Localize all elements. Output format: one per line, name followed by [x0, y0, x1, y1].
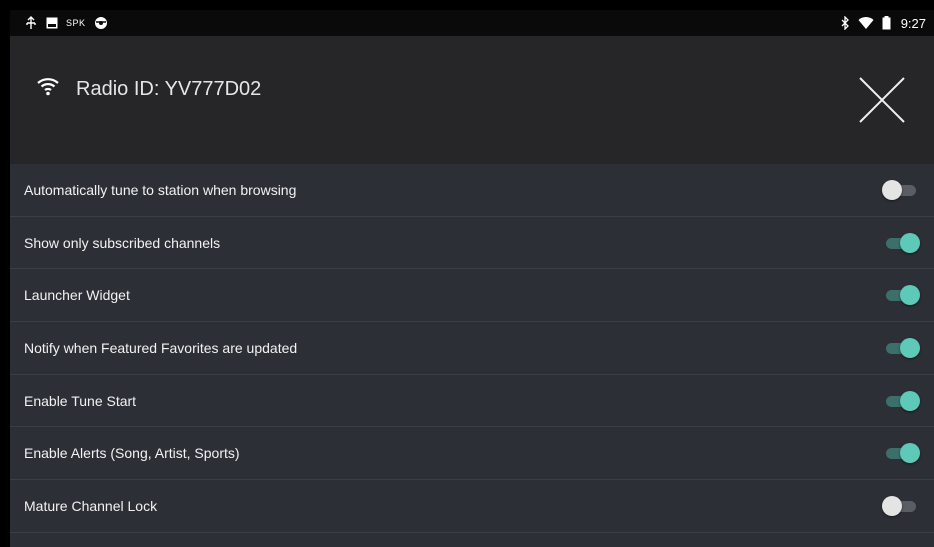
spk-label: SPK — [66, 18, 86, 28]
bluetooth-icon — [840, 15, 850, 31]
setting-toggle[interactable] — [882, 285, 920, 306]
toggle-thumb — [900, 285, 920, 306]
toggle-thumb — [882, 495, 902, 516]
radio-id-title: Radio ID: YV777D02 — [76, 77, 262, 100]
setting-label: Notify when Featured Favorites are updat… — [24, 339, 298, 356]
setting-toggle[interactable] — [882, 179, 920, 200]
usb-icon — [24, 15, 38, 31]
battery-icon — [882, 15, 891, 31]
status-bar-right: 9:27 — [840, 15, 926, 31]
toggle-thumb — [882, 179, 902, 200]
settings-row[interactable]: Enable Tune Start — [10, 374, 934, 428]
setting-toggle[interactable] — [882, 443, 920, 464]
setting-toggle[interactable] — [882, 390, 920, 411]
setting-label: Enable Alerts (Song, Artist, Sports) — [24, 445, 240, 462]
status-bar-left: SPK — [24, 15, 108, 31]
settings-list: Automatically tune to station when brows… — [10, 164, 934, 547]
wifi-icon — [36, 76, 60, 102]
setting-label: Mature Channel Lock — [24, 497, 158, 514]
image-icon — [46, 15, 58, 31]
settings-row[interactable]: Notify when Featured Favorites are updat… — [10, 322, 934, 375]
settings-row[interactable]: Enable Alerts (Song, Artist, Sports) — [10, 427, 934, 481]
close-button[interactable] — [856, 74, 908, 126]
close-icon — [859, 77, 905, 123]
setting-label: Launcher Widget — [24, 287, 130, 304]
status-bar: SPK 9:27 — [10, 10, 934, 36]
setting-label: Show only subscribed channels — [24, 234, 221, 251]
settings-row[interactable]: Launcher Widget — [10, 269, 934, 323]
toggle-thumb — [900, 232, 920, 253]
header-title-group: Radio ID: YV777D02 — [36, 76, 261, 102]
settings-row[interactable]: Mature Channel Lock — [10, 480, 934, 533]
setting-toggle[interactable] — [882, 337, 920, 358]
setting-label: Enable Tune Start — [24, 392, 137, 409]
steering-wheel-icon — [94, 15, 108, 31]
toggle-thumb — [900, 443, 920, 464]
settings-row[interactable]: Show only subscribed channels — [10, 216, 934, 270]
setting-toggle[interactable] — [882, 495, 920, 516]
toggle-thumb — [900, 390, 920, 411]
setting-label: Automatically tune to station when brows… — [24, 181, 297, 198]
settings-row[interactable]: Automatically tune to station when brows… — [10, 164, 934, 217]
clock: 9:27 — [900, 15, 926, 31]
setting-toggle[interactable] — [882, 232, 920, 253]
toggle-thumb — [900, 337, 920, 358]
radio-header: Radio ID: YV777D02 — [10, 36, 934, 164]
wifi-icon — [858, 15, 874, 31]
